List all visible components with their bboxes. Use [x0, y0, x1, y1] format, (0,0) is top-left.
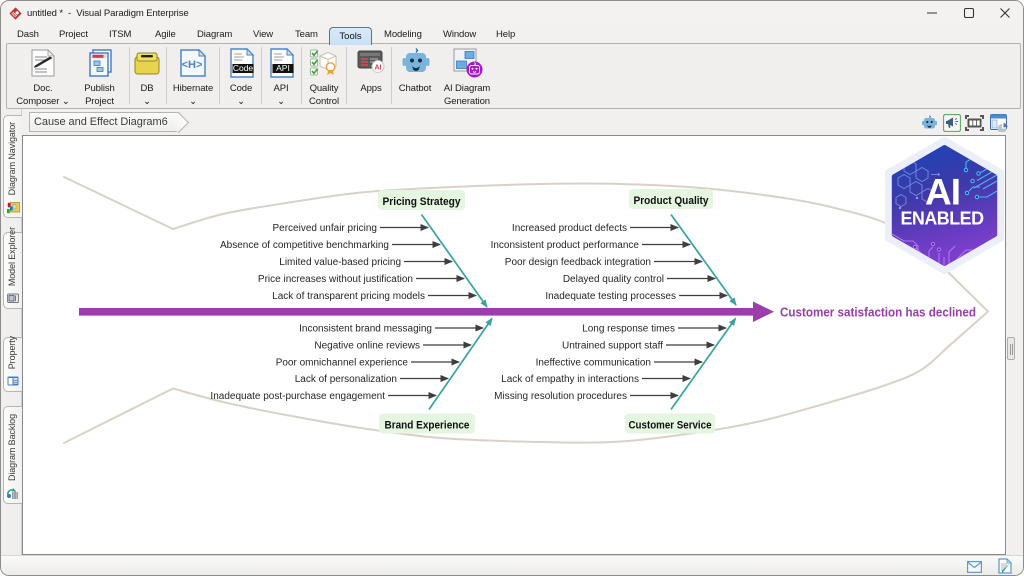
svg-text:Lack of empathy in interaction: Lack of empathy in interactions	[501, 374, 639, 385]
svg-text:Untrained support staff: Untrained support staff	[562, 341, 663, 352]
svg-text:Ineffective communication: Ineffective communication	[536, 358, 651, 369]
svg-text:Code: Code	[233, 63, 254, 73]
svg-text:Poor design feedback integrati: Poor design feedback integration	[505, 257, 651, 268]
svg-text:Pricing Strategy: Pricing Strategy	[383, 196, 462, 208]
svg-text:Long response times: Long response times	[582, 324, 675, 335]
svg-text:Perceived unfair pricing: Perceived unfair pricing	[273, 223, 378, 234]
svg-text:Inconsistent product performan: Inconsistent product performance	[491, 240, 640, 251]
svg-text:Price increases without justif: Price increases without justification	[258, 274, 413, 285]
svg-text:Lack of personalization: Lack of personalization	[295, 374, 397, 385]
svg-text:Absence of competitive benchma: Absence of competitive benchmarking	[220, 240, 389, 251]
svg-text:Missing resolution procedures: Missing resolution procedures	[494, 391, 627, 402]
svg-text:ENABLED: ENABLED	[901, 209, 984, 229]
svg-text:Product Quality: Product Quality	[634, 195, 710, 207]
svg-text:Customer satisfaction has decl: Customer satisfaction has declined	[780, 305, 976, 320]
svg-text:Brand Experience: Brand Experience	[385, 420, 470, 432]
svg-text:AI: AI	[375, 65, 382, 72]
svg-text:Inadequate testing processes: Inadequate testing processes	[545, 291, 676, 302]
svg-text:Increased product defects: Increased product defects	[512, 223, 627, 234]
svg-text:Poor omnichannel experience: Poor omnichannel experience	[276, 358, 409, 369]
svg-text:Delayed quality control: Delayed quality control	[563, 274, 664, 285]
svg-text:AI: AI	[925, 172, 960, 213]
svg-text:Customer Service: Customer Service	[629, 420, 712, 432]
svg-text:Inconsistent brand messaging: Inconsistent brand messaging	[299, 324, 432, 335]
svg-text:Inadequate post-purchase engag: Inadequate post-purchase engagement	[210, 391, 385, 402]
svg-text:API: API	[276, 63, 290, 73]
svg-text:<H>: <H>	[182, 59, 203, 71]
svg-text:Negative online reviews: Negative online reviews	[314, 341, 420, 352]
svg-text:Lack of transparent pricing mo: Lack of transparent pricing models	[272, 291, 425, 302]
svg-text:Limited value-based pricing: Limited value-based pricing	[279, 257, 401, 268]
